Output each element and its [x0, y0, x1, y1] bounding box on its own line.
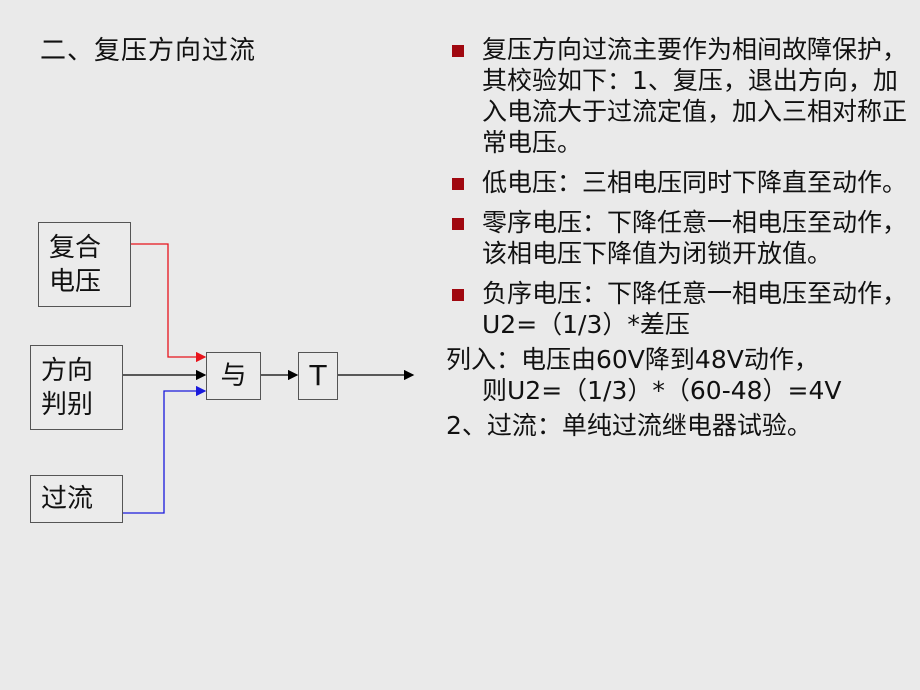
content-text: 复压方向过流主要作为相间故障保护，其校验如下：1、复压，退出方向，加入电流大于过… — [446, 34, 916, 441]
combo-voltage-wire — [131, 243, 207, 363]
combo-voltage-label-2: 电压 — [49, 267, 102, 297]
square-bullet-icon — [452, 178, 464, 190]
example-line: 列入：电压由60V降到48V动作， — [446, 345, 819, 374]
bullet-text: 复压方向过流主要作为相间故障保护，其校验如下：1、复压，退出方向，加入电流大于过… — [482, 35, 908, 157]
direction-block: 方向 判别 — [30, 345, 123, 430]
step-2-text: 2、过流：单纯过流继电器试验。 — [446, 411, 812, 440]
example-calculation: 则U2=（1/3）*（60-48）=4V — [482, 376, 842, 405]
combo-voltage-block: 复合 电压 — [38, 222, 131, 307]
bullet-text: 零序电压：下降任意一相电压至动作，该相电压下降值为闭锁开放值。 — [482, 208, 908, 268]
logic-diagram: 复合 电压 方向 判别 过流 与 T — [0, 0, 440, 690]
and-gate-block: 与 — [206, 352, 261, 400]
overcurrent-block: 过流 — [30, 475, 123, 523]
timer-block: T — [298, 352, 338, 400]
overcurrent-label: 过流 — [41, 484, 94, 514]
bullet-item: 低电压：三相电压同时下降直至动作。 — [446, 167, 916, 198]
combo-voltage-label-1: 复合 — [49, 233, 102, 263]
square-bullet-icon — [452, 45, 464, 57]
square-bullet-icon — [452, 218, 464, 230]
and-gate-label: 与 — [220, 361, 247, 391]
bullet-item: 零序电压：下降任意一相电压至动作，该相电压下降值为闭锁开放值。 — [446, 207, 916, 269]
direction-label-2: 判别 — [41, 390, 94, 420]
bullet-item: 负序电压：下降任意一相电压至动作，U2=（1/3）*差压 — [446, 278, 916, 340]
overcurrent-wire — [123, 385, 207, 514]
bullet-item: 复压方向过流主要作为相间故障保护，其校验如下：1、复压，退出方向，加入电流大于过… — [446, 34, 916, 158]
bullet-text: 负序电压：下降任意一相电压至动作，U2=（1/3）*差压 — [482, 279, 908, 339]
direction-label-1: 方向 — [41, 356, 94, 386]
square-bullet-icon — [452, 289, 464, 301]
timer-label: T — [309, 359, 327, 392]
bullet-text: 低电压：三相电压同时下降直至动作。 — [482, 168, 908, 197]
